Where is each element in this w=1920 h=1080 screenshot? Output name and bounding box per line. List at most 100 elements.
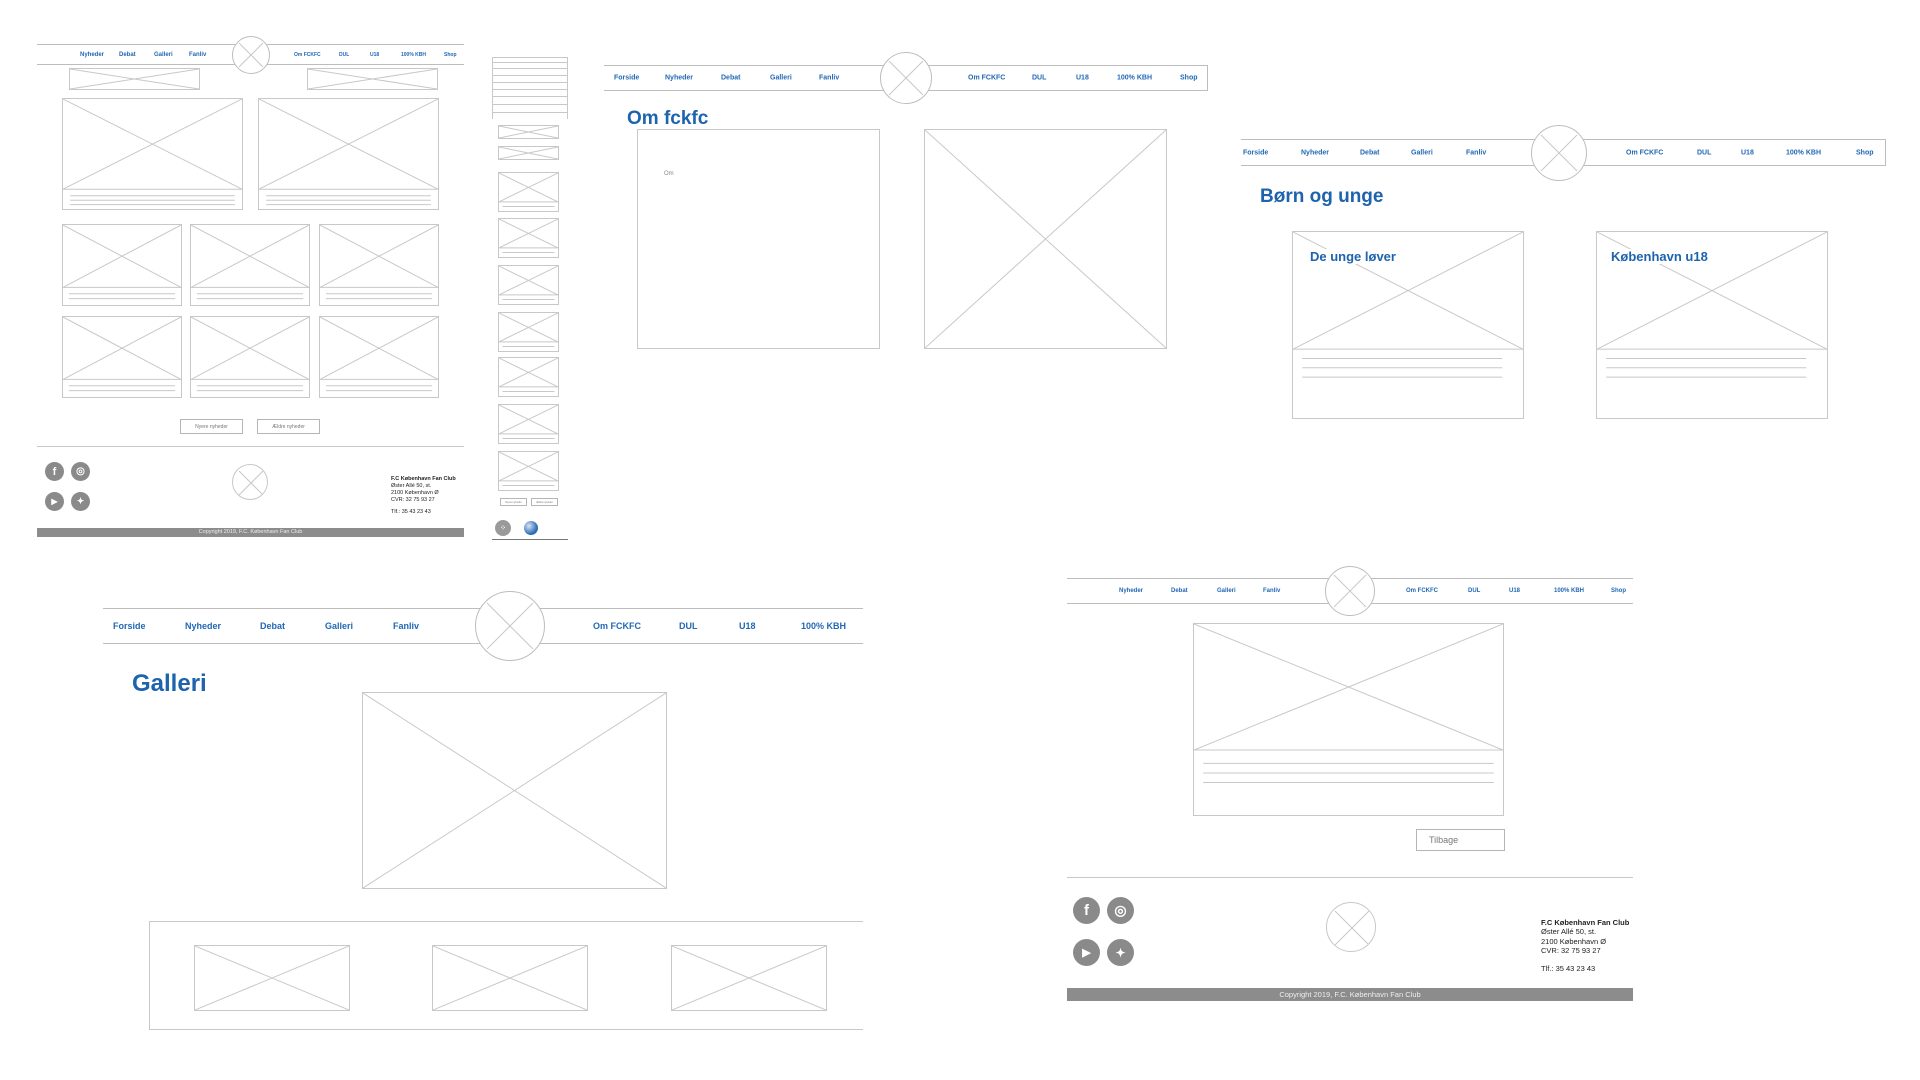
nav-item[interactable]: Debat <box>1171 588 1188 594</box>
nav-item[interactable]: Galleri <box>154 52 173 58</box>
nav-item[interactable]: DUL <box>1468 588 1480 594</box>
gallery-main-image[interactable] <box>362 692 667 889</box>
instagram-icon[interactable]: ◎ <box>1107 897 1134 924</box>
nav-item[interactable]: DUL <box>339 52 349 58</box>
newer-news-button[interactable]: Nyere nyheder <box>180 419 243 434</box>
footer-org: F.C København Fan Club <box>1541 918 1630 927</box>
nav-item[interactable]: Forside <box>614 75 639 82</box>
nav-item[interactable]: Debat <box>260 621 285 631</box>
nav-item[interactable]: Om FCKFC <box>1626 149 1663 156</box>
nav-item[interactable]: 100% KBH <box>1554 588 1584 594</box>
news-card[interactable] <box>190 224 310 306</box>
nav-item[interactable]: Fanliv <box>189 52 206 58</box>
nav-item[interactable]: DUL <box>1032 75 1046 82</box>
news-card-large[interactable] <box>258 98 439 210</box>
card-de-unge-lover[interactable]: De unge løver <box>1292 231 1524 419</box>
logo-placeholder-icon[interactable] <box>232 35 270 74</box>
nav-item[interactable]: Om FCKFC <box>968 75 1005 82</box>
gallery-thumbnail[interactable] <box>432 945 588 1011</box>
logo-placeholder-icon[interactable] <box>1531 124 1587 181</box>
footer-cvr: CVR: 32 75 93 27 <box>391 496 435 503</box>
back-button[interactable]: Tilbage <box>1416 829 1505 851</box>
nav-item[interactable]: Galleri <box>1217 588 1236 594</box>
older-news-button[interactable]: Ældre nyheder <box>257 419 320 434</box>
mobile-older-button[interactable]: Ældre nyheder <box>531 498 558 506</box>
news-card[interactable] <box>62 224 182 306</box>
news-card[interactable] <box>319 224 439 306</box>
logo-placeholder-icon[interactable] <box>1325 566 1375 616</box>
nav-item[interactable]: Fanliv <box>1466 149 1486 156</box>
page-title: Galleri <box>132 670 207 697</box>
nav-item[interactable]: Om FCKFC <box>593 621 641 631</box>
nav-item[interactable]: Galleri <box>325 621 353 631</box>
nav-item[interactable]: Nyheder <box>80 52 104 58</box>
footer-address2: 2100 København Ø <box>1541 936 1607 946</box>
twitter-icon[interactable]: ✦ <box>71 492 90 511</box>
footer-address1: Øster Allé 50, st. <box>391 482 432 489</box>
logo-placeholder-icon[interactable] <box>880 52 932 104</box>
nav-item[interactable]: 100% KBH <box>801 621 846 631</box>
nav-item[interactable]: Nyheder <box>1119 588 1143 594</box>
mobile-social-icons[interactable]: ⁘ <box>495 520 511 536</box>
logo-placeholder-icon[interactable] <box>475 591 545 661</box>
nav-item[interactable]: DUL <box>679 621 698 631</box>
nav-item[interactable]: Nyheder <box>1301 149 1329 156</box>
nav-item[interactable]: U18 <box>739 621 756 631</box>
nav-item[interactable]: U18 <box>1076 75 1089 82</box>
youtube-icon[interactable]: ▶ <box>45 492 64 511</box>
mobile-news-card[interactable] <box>498 265 559 305</box>
footer-address1: Øster Allé 50, st. <box>1541 927 1597 937</box>
galleri-nav: Forside Nyheder Debat Galleri Fanliv Om … <box>103 591 863 661</box>
nav-item[interactable]: Fanliv <box>819 75 839 82</box>
nav-item[interactable]: U18 <box>1509 588 1520 594</box>
banner-placeholder <box>69 68 200 90</box>
nav-item[interactable]: U18 <box>1741 149 1754 156</box>
facebook-icon[interactable]: f <box>45 462 64 481</box>
nav-item[interactable]: Nyheder <box>185 621 221 631</box>
nav-item[interactable]: Shop <box>1856 149 1874 156</box>
nav-item[interactable]: 100% KBH <box>1117 75 1152 82</box>
youtube-icon[interactable]: ▶ <box>1073 939 1100 966</box>
mobile-globe-icon <box>524 521 538 535</box>
nav-item[interactable]: Debat <box>721 75 740 82</box>
twitter-icon[interactable]: ✦ <box>1107 939 1134 966</box>
instagram-icon[interactable]: ◎ <box>71 462 90 481</box>
facebook-icon[interactable]: f <box>1073 897 1100 924</box>
nav-item[interactable]: 100% KBH <box>401 52 426 58</box>
nav-item[interactable]: Shop <box>1180 75 1198 82</box>
mobile-news-card[interactable] <box>498 218 559 258</box>
nav-item[interactable]: Shop <box>444 52 457 58</box>
mobile-news-card[interactable] <box>498 357 559 397</box>
mobile-news-card[interactable] <box>498 172 559 212</box>
nav-item[interactable]: Forside <box>113 621 146 631</box>
nav-item[interactable]: Shop <box>1611 588 1626 594</box>
footer-phone: Tlf.: 35 43 23 43 <box>1541 963 1596 973</box>
nav-item[interactable]: Forside <box>1243 149 1268 156</box>
gallery-thumbnail[interactable] <box>194 945 350 1011</box>
article-nav: Nyheder Debat Galleri Fanliv Om FCKFC DU… <box>1067 566 1633 616</box>
news-card[interactable] <box>190 316 310 398</box>
card-kobenhavn-u18[interactable]: København u18 <box>1596 231 1828 419</box>
nav-item[interactable]: Fanliv <box>393 621 419 631</box>
nav-item[interactable]: Om FCKFC <box>1406 588 1438 594</box>
nav-item[interactable]: Debat <box>1360 149 1379 156</box>
nav-item[interactable]: U18 <box>370 52 379 58</box>
mobile-news-card[interactable] <box>498 404 559 444</box>
nav-item[interactable]: Nyheder <box>665 75 693 82</box>
page-title: Om fckfc <box>627 108 709 129</box>
card-title: København u18 <box>1611 249 1708 264</box>
nav-item[interactable]: Om FCKFC <box>294 52 321 58</box>
nav-item[interactable]: Debat <box>119 52 136 58</box>
nav-item[interactable]: Galleri <box>770 75 792 82</box>
news-card-large[interactable] <box>62 98 243 210</box>
mobile-news-card[interactable] <box>498 312 559 352</box>
news-card[interactable] <box>319 316 439 398</box>
gallery-thumbnail[interactable] <box>671 945 827 1011</box>
mobile-newer-button[interactable]: Nyere nyheder <box>500 498 527 506</box>
mobile-news-card[interactable] <box>498 451 559 491</box>
nav-item[interactable]: 100% KBH <box>1786 149 1821 156</box>
nav-item[interactable]: DUL <box>1697 149 1711 156</box>
nav-item[interactable]: Fanliv <box>1263 588 1280 594</box>
news-card[interactable] <box>62 316 182 398</box>
nav-item[interactable]: Galleri <box>1411 149 1433 156</box>
